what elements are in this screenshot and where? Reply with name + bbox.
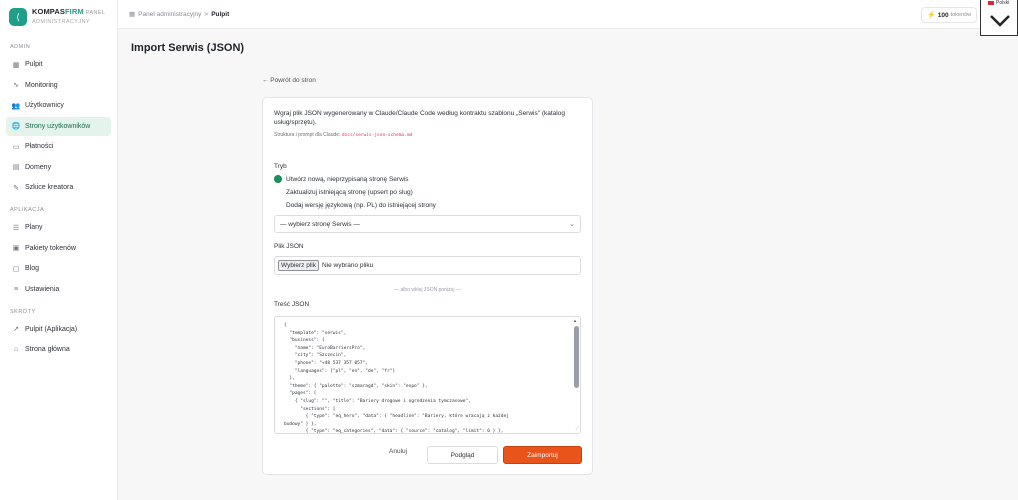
- resize-handle-icon[interactable]: ⟋: [575, 426, 579, 432]
- settings-icon: ≡: [13, 285, 19, 293]
- lightning-icon: ⚡: [927, 12, 936, 19]
- sidebar-item-label: Blog: [25, 265, 40, 272]
- activity-icon: ∿: [13, 82, 19, 89]
- radio-update[interactable]: [274, 188, 282, 196]
- breadcrumb-separator: >: [204, 10, 209, 18]
- breadcrumb-home-icon: ▦: [129, 11, 136, 18]
- token-count: 100: [937, 11, 949, 19]
- radio-add-language[interactable]: [274, 201, 282, 209]
- mode-option-update[interactable]: Zaktualizuj istniejącą stronę (upsert po…: [274, 188, 413, 196]
- external-link-icon: ↗: [13, 326, 19, 333]
- sidebar-section-label: APLIKACJA: [10, 207, 45, 213]
- package-icon: ▣: [12, 245, 20, 252]
- sidebar-section-label: ADMIN: [10, 44, 31, 50]
- breadcrumb-root[interactable]: Panel administracyjny: [138, 11, 201, 18]
- import-form-card: Wgraj plik JSON wygenerowany w Claude/Cl…: [262, 97, 593, 475]
- sidebar-item-pulpit[interactable]: ▦ Pulpit: [6, 55, 111, 74]
- structure-note: Struktura i prompt dla Claude: docs/serw…: [274, 132, 413, 138]
- back-to-pages-link[interactable]: ← Powrót do stron: [262, 77, 316, 84]
- textarea-scrollbar[interactable]: ▲: [573, 318, 579, 433]
- import-button[interactable]: Zaimportuj: [503, 446, 582, 464]
- sidebar-item-label: Pakiety tokenów: [25, 244, 76, 252]
- dashboard-icon: ▦: [12, 61, 20, 69]
- radio-create[interactable]: [274, 175, 282, 183]
- sidebar-item-pulpit-aplikacja[interactable]: ↗ Pulpit (Aplikacja): [6, 320, 111, 339]
- brand-logo[interactable]: ⟨ KOMPASFIRM PANEL ADMINISTRACYJNY: [0, 0, 117, 34]
- json-content: { "template": "serwis", "business": { "n…: [284, 323, 509, 434]
- sidebar-item-label: Plany: [25, 224, 43, 231]
- sidebar-item-label: Szkice kreatora: [25, 184, 74, 191]
- breadcrumb: ▦ Panel administracyjny > Pulpit: [129, 10, 230, 19]
- sidebar-item-domeny[interactable]: ▤ Domeny: [6, 158, 111, 177]
- sidebar-item-label: Pulpit (Aplikacja): [25, 325, 78, 333]
- json-file-input[interactable]: Wybierz plik Nie wybrano pliku: [274, 256, 581, 275]
- sidebar-item-label: Domeny: [25, 163, 52, 171]
- logo-icon: ⟨: [9, 8, 27, 26]
- brand-name: KOMPASFIRM PANEL: [32, 7, 106, 16]
- sidebar: ⟨ KOMPASFIRM PANEL ADMINISTRACYJNY ADMIN ▦…: [0, 0, 118, 500]
- sidebar-item-strona-główna[interactable]: ⌂ Strona główna: [6, 340, 111, 359]
- sidebar-item-szkice-kreatora[interactable]: ✎ Szkice kreatora: [6, 178, 111, 197]
- list-icon: ☰: [12, 224, 20, 232]
- scrollbar-thumb[interactable]: [573, 326, 579, 388]
- language-label: Polski: [988, 0, 1009, 6]
- globe-icon: 🌐: [11, 123, 21, 130]
- brand-subtitle: ADMINISTRACYJNY: [32, 19, 90, 25]
- page-title: Import Serwis (JSON): [131, 42, 245, 54]
- sidebar-nav: ADMIN ▦ Pulpit ∿ Monitoring 👥 Użytkownicy 🌐 Stro…: [0, 44, 117, 359]
- mode-option-label: Dodaj wersję językową (np. PL) do istnie…: [286, 201, 436, 209]
- sidebar-item-label: Strony użytkowników: [25, 122, 91, 130]
- file-status: Nie wybrano pliku: [321, 262, 374, 269]
- sidebar-item-label: Monitoring: [25, 81, 58, 89]
- sidebar-section-label: SKRÓTY: [10, 308, 36, 315]
- choose-file-button[interactable]: Wybierz plik: [278, 260, 319, 271]
- sidebar-item-płatności[interactable]: ▭ Płatności: [6, 137, 111, 156]
- sidebar-item-blog[interactable]: ▢ Blog: [6, 259, 111, 278]
- card-icon: ▭: [12, 143, 20, 151]
- token-unit: tokenów: [950, 12, 972, 18]
- mode-option-label: Zaktualizuj istniejącą stronę (upsert po…: [286, 188, 413, 196]
- users-icon: 👥: [11, 102, 21, 110]
- token-balance-badge[interactable]: ⚡ 100 tokenów: [921, 7, 978, 23]
- mode-option-label: Utwórz nową, nieprzypisaną stronę Serwis: [286, 175, 409, 183]
- page-select-value: — wybierz stronę Serwis —: [280, 220, 360, 228]
- sidebar-item-strony-użytkowników[interactable]: 🌐 Strony użytkowników: [6, 116, 111, 136]
- mode-option-add-language[interactable]: Dodaj wersję językową (np. PL) do istnie…: [274, 201, 436, 209]
- document-icon: ▢: [12, 265, 20, 273]
- chevron-down-icon: ⌄: [569, 221, 575, 228]
- sidebar-item-label: Ustawienia: [25, 285, 60, 293]
- json-content-label: Treść JSON: [274, 301, 310, 308]
- mode-label: Tryb: [274, 163, 287, 170]
- sidebar-item-label: Płatności: [25, 143, 54, 150]
- sidebar-item-label: Pulpit: [25, 61, 43, 68]
- breadcrumb-current: Pulpit: [211, 10, 230, 18]
- sidebar-item-label: Użytkownicy: [25, 102, 64, 109]
- chevron-down-icon[interactable]: [988, 9, 1012, 33]
- preview-button[interactable]: Podgląd: [427, 446, 498, 464]
- sidebar-item-monitoring[interactable]: ∿ Monitoring: [6, 76, 111, 95]
- flag-icon: [988, 1, 994, 5]
- cancel-button[interactable]: Anuluj: [389, 448, 407, 455]
- mode-option-create[interactable]: Utwórz nową, nieprzypisaną stronę Serwis: [274, 175, 408, 183]
- language-dropdown[interactable]: Polski: [980, 0, 1018, 36]
- topbar: ▦ Panel administracyjny > Pulpit ⚡ 100 t…: [118, 0, 1018, 29]
- schema-path[interactable]: docs/serwis-json-schema.md: [342, 133, 412, 138]
- scroll-up-arrow-icon[interactable]: ▲: [573, 318, 577, 323]
- sidebar-item-plany[interactable]: ☰ Plany: [6, 218, 111, 237]
- page-select[interactable]: — wybierz stronę Serwis — ⌄: [274, 215, 581, 233]
- or-paste-divider: — albo wklej JSON poniżej —: [394, 287, 461, 293]
- sidebar-item-pakiety-tokenów[interactable]: ▣ Pakiety tokenów: [6, 239, 111, 258]
- sidebar-item-użytkownicy[interactable]: 👥 Użytkownicy: [6, 96, 111, 115]
- json-textarea[interactable]: { "template": "serwis", "business": { "n…: [274, 316, 581, 434]
- intro-text: Wgraj plik JSON wygenerowany w Claude/Cl…: [274, 110, 565, 126]
- edit-icon: ✎: [13, 184, 19, 192]
- sidebar-item-label: Strona główna: [25, 346, 70, 353]
- home-icon: ⌂: [13, 346, 19, 353]
- file-label: Plik JSON: [274, 243, 304, 250]
- server-icon: ▤: [12, 164, 20, 171]
- sidebar-item-ustawienia[interactable]: ≡ Ustawienia: [6, 280, 111, 299]
